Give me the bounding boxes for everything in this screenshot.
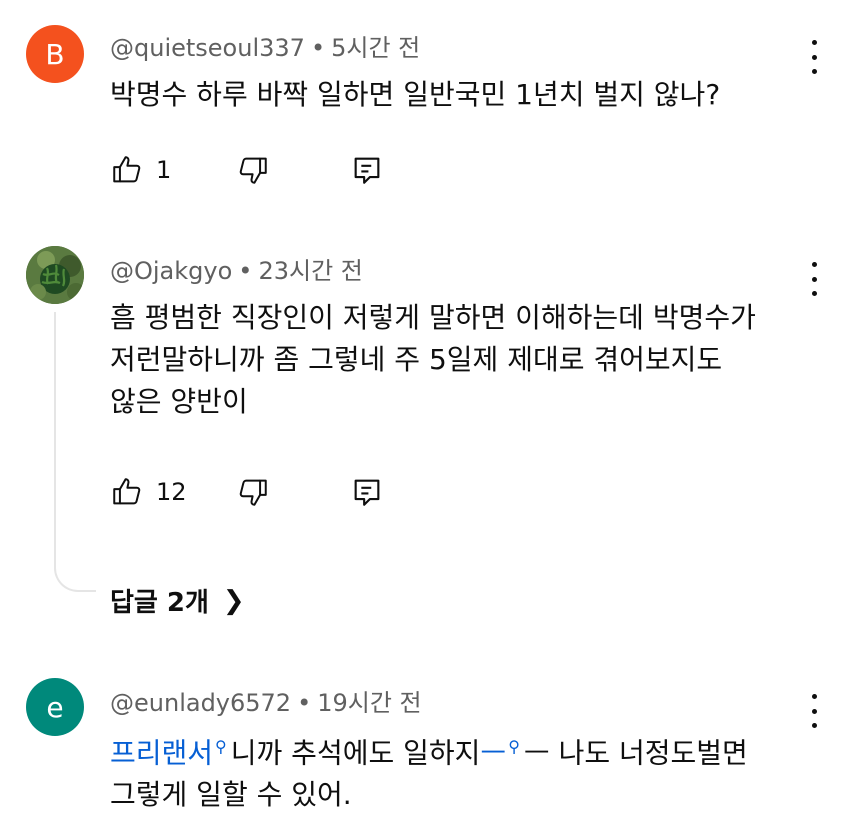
avatar[interactable]: e <box>26 678 84 736</box>
watermelon-avatar-image <box>26 246 84 304</box>
separator: • <box>310 34 326 62</box>
comment-header: @eunlady6572 • 19시간 전 <box>110 683 422 718</box>
author-name[interactable]: @quietseoul337 <box>110 34 305 62</box>
comment-line: 프리랜서 ⚲ 니까 추석에도 일하지ㅡ ⚲ ㅡ 나도 너정도벌면 <box>110 726 810 774</box>
dislike-button[interactable] <box>236 150 270 190</box>
like-icon <box>113 478 141 505</box>
comment-line: 저런말하니까 좀 그렇네 주 5일제 제대로 겪어보지도 <box>110 343 723 376</box>
separator: • <box>238 257 253 285</box>
comment-line: 그렇게 일할 수 있어. <box>110 778 352 812</box>
more-vert-icon[interactable] <box>804 694 824 728</box>
reply-button[interactable] <box>350 472 384 512</box>
reply-button[interactable] <box>350 150 384 190</box>
like-button[interactable]: 12 <box>110 472 187 512</box>
dislike-button[interactable] <box>236 472 270 512</box>
comment-segment: 니까 추석에도 일하지 <box>230 736 481 770</box>
reply-icon <box>354 157 380 184</box>
comment-text: 프리랜서 ⚲ 니까 추석에도 일하지ㅡ ⚲ ㅡ 나도 너정도벌면 그렇게 일할 수 있어… <box>110 726 810 816</box>
comment-header: @Ojakgyo • 23시간 전 <box>110 251 363 286</box>
replies-label: 답글 2개 <box>110 588 209 618</box>
view-replies-button[interactable]: 답글 2개 ❯ <box>110 582 245 619</box>
author-name[interactable]: @eunlady6572 <box>110 689 291 717</box>
like-count: 1 <box>156 156 172 184</box>
search-link[interactable]: 프리랜서 <box>110 736 213 769</box>
timestamp[interactable]: 5시간 전 <box>331 34 420 62</box>
comment-line: 흠 평범한 직장인이 저렇게 말하면 이해하는데 박명수가 <box>110 301 756 334</box>
comment-text: 흠 평범한 직장인이 저렇게 말하면 이해하는데 박명수가 저런말하니까 좀 그… <box>110 297 810 423</box>
dislike-icon <box>239 157 267 184</box>
timestamp[interactable]: 19시간 전 <box>317 689 421 717</box>
separator: • <box>297 689 312 717</box>
timestamp[interactable]: 23시간 전 <box>258 257 362 285</box>
dislike-icon <box>239 479 267 506</box>
like-button[interactable]: 1 <box>110 150 171 190</box>
comment-line: 박명수 하루 바짝 일하면 일반국민 1년치 벌지 않나? <box>110 78 721 111</box>
comment-segment: ㅡ 나도 너정도벌면 <box>523 736 748 770</box>
avatar[interactable]: B <box>26 25 84 83</box>
search-icon[interactable]: ⚲ <box>215 737 227 756</box>
more-vert-icon[interactable] <box>804 40 824 74</box>
search-icon[interactable]: ⚲ <box>508 737 520 756</box>
comment-text: 박명수 하루 바짝 일하면 일반국민 1년치 벌지 않나? <box>110 74 810 116</box>
comments-feed: B @quietseoul337 • 5시간 전 박명수 하루 바짝 일하면 일반국… <box>0 0 854 825</box>
thread-connector <box>54 312 96 592</box>
avatar-letter: e <box>46 690 64 724</box>
search-link[interactable]: ㅡ <box>480 736 506 769</box>
reply-icon <box>354 479 380 506</box>
like-icon <box>113 156 141 183</box>
avatar-letter: B <box>45 37 65 71</box>
comment-line: 않은 양반이 <box>110 385 248 418</box>
like-count: 12 <box>156 478 187 506</box>
more-vert-icon[interactable] <box>804 262 824 296</box>
avatar[interactable] <box>26 246 84 304</box>
author-name[interactable]: @Ojakgyo <box>110 257 232 285</box>
chevron-right-icon: ❯ <box>222 585 245 616</box>
comment-header: @quietseoul337 • 5시간 전 <box>110 28 420 63</box>
